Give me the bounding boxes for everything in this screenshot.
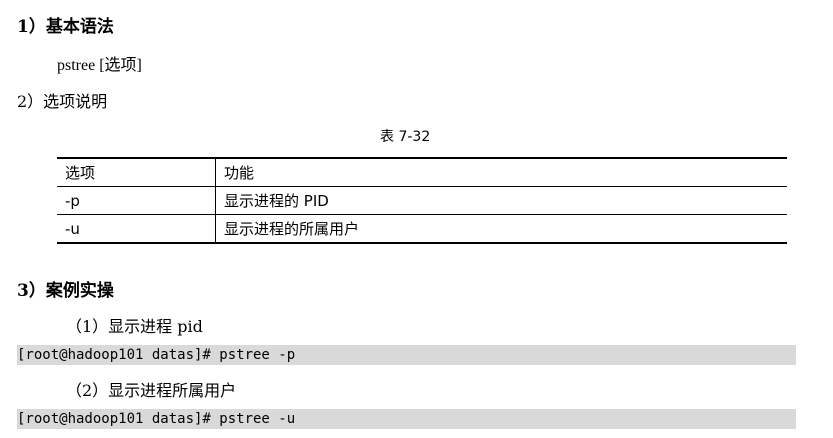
syntax-heading: 1）基本语法 [17,17,114,37]
example-step-label: （1）显示进程 pid [66,317,203,336]
example-step-label: （2）显示进程所属用户 [66,381,237,400]
code-block: [root@hadoop101 datas]# pstree -u [17,409,796,429]
code-block: [root@hadoop101 datas]# pstree -p [17,345,796,365]
option-cell: -p [57,186,216,215]
column-header-option: 选项 [57,157,216,187]
table-row: -p 显示进程的 PID [57,186,787,215]
syntax-line: pstree [选项] [57,57,142,74]
option-cell: -u [57,214,216,244]
function-cell: 显示进程的所属用户 [215,214,787,244]
example-heading: 3）案例实操 [17,281,114,301]
table-row: -u 显示进程的所属用户 [57,214,787,244]
options-table: 选项 功能 -p 显示进程的 PID -u 显示进程的所属用户 [57,157,787,244]
table-header-row: 选项 功能 [57,157,787,187]
options-heading: 2）选项说明 [17,92,108,111]
table-caption: 表 7-32 [380,129,431,145]
function-cell: 显示进程的 PID [215,186,787,215]
column-header-function: 功能 [215,157,787,187]
